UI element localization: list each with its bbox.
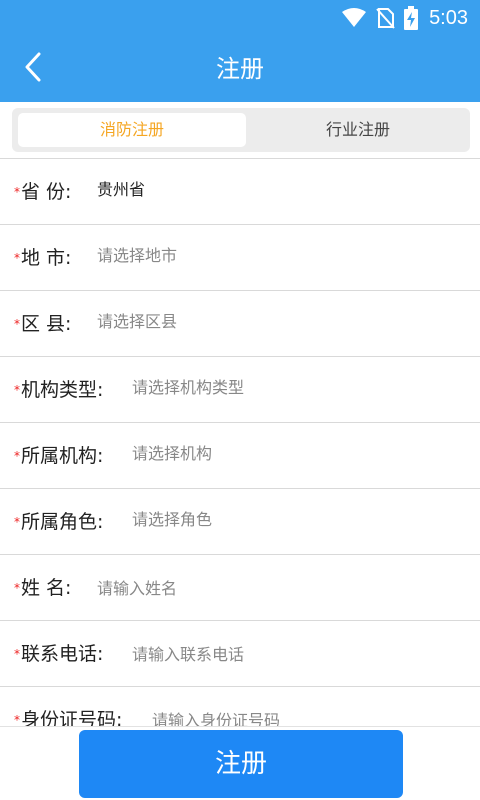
chevron-left-icon [23,51,43,87]
phone-row: *联系电话: [0,621,480,687]
province-label: *省 份: [14,181,72,203]
org-type-label: *机构类型: [14,379,104,401]
required-marker: * [14,515,20,529]
status-bar: 5:03 [0,0,480,36]
role-select[interactable]: 请选择角色 [132,489,212,555]
city-label: *地 市: [14,247,72,269]
page-title: 注册 [216,55,264,83]
district-label: *区 县: [14,313,72,335]
phone-input[interactable] [132,621,432,687]
tab-fire-registration[interactable]: 消防注册 [18,113,246,147]
role-label: *所属角色: [14,511,104,533]
back-button[interactable] [14,50,52,88]
province-select[interactable]: 贵州省 [97,159,145,225]
bottom-bar: 注册 [0,726,480,800]
city-select[interactable]: 请选择地市 [97,225,177,291]
org-type-select[interactable]: 请选择机构类型 [132,357,244,423]
name-input[interactable] [97,555,397,621]
name-label: *姓 名: [14,577,72,599]
province-row[interactable]: *省 份: 贵州省 [0,159,480,225]
phone-label: *联系电话: [14,643,104,665]
city-row[interactable]: *地 市: 请选择地市 [0,225,480,291]
id-number-input[interactable] [152,687,452,726]
required-marker: * [14,317,20,331]
register-button[interactable]: 注册 [79,730,403,798]
district-row[interactable]: *区 县: 请选择区县 [0,291,480,357]
status-icons: 5:03 [341,0,468,36]
required-marker: * [14,449,20,463]
id-number-label: *身份证号码: [14,709,123,726]
district-select[interactable]: 请选择区县 [97,291,177,357]
required-marker: * [14,581,20,595]
required-marker: * [14,185,20,199]
no-sim-icon [375,7,395,29]
tab-industry-registration[interactable]: 行业注册 [252,113,464,147]
status-time: 5:03 [429,6,468,29]
tab-bar: 消防注册 行业注册 [12,108,470,152]
wifi-icon [341,7,367,29]
organization-select[interactable]: 请选择机构 [132,423,212,489]
required-marker: * [14,647,20,661]
organization-label: *所属机构: [14,445,104,467]
registration-form: *省 份: 贵州省 *地 市: 请选择地市 *区 县: 请选择区县 *机构类型:… [0,158,480,726]
required-marker: * [14,713,20,726]
header: 注册 [0,36,480,102]
org-type-row[interactable]: *机构类型: 请选择机构类型 [0,357,480,423]
required-marker: * [14,251,20,265]
role-row[interactable]: *所属角色: 请选择角色 [0,489,480,555]
name-row: *姓 名: [0,555,480,621]
required-marker: * [14,383,20,397]
organization-row[interactable]: *所属机构: 请选择机构 [0,423,480,489]
id-number-row: *身份证号码: [0,687,480,726]
battery-charging-icon [403,6,419,30]
